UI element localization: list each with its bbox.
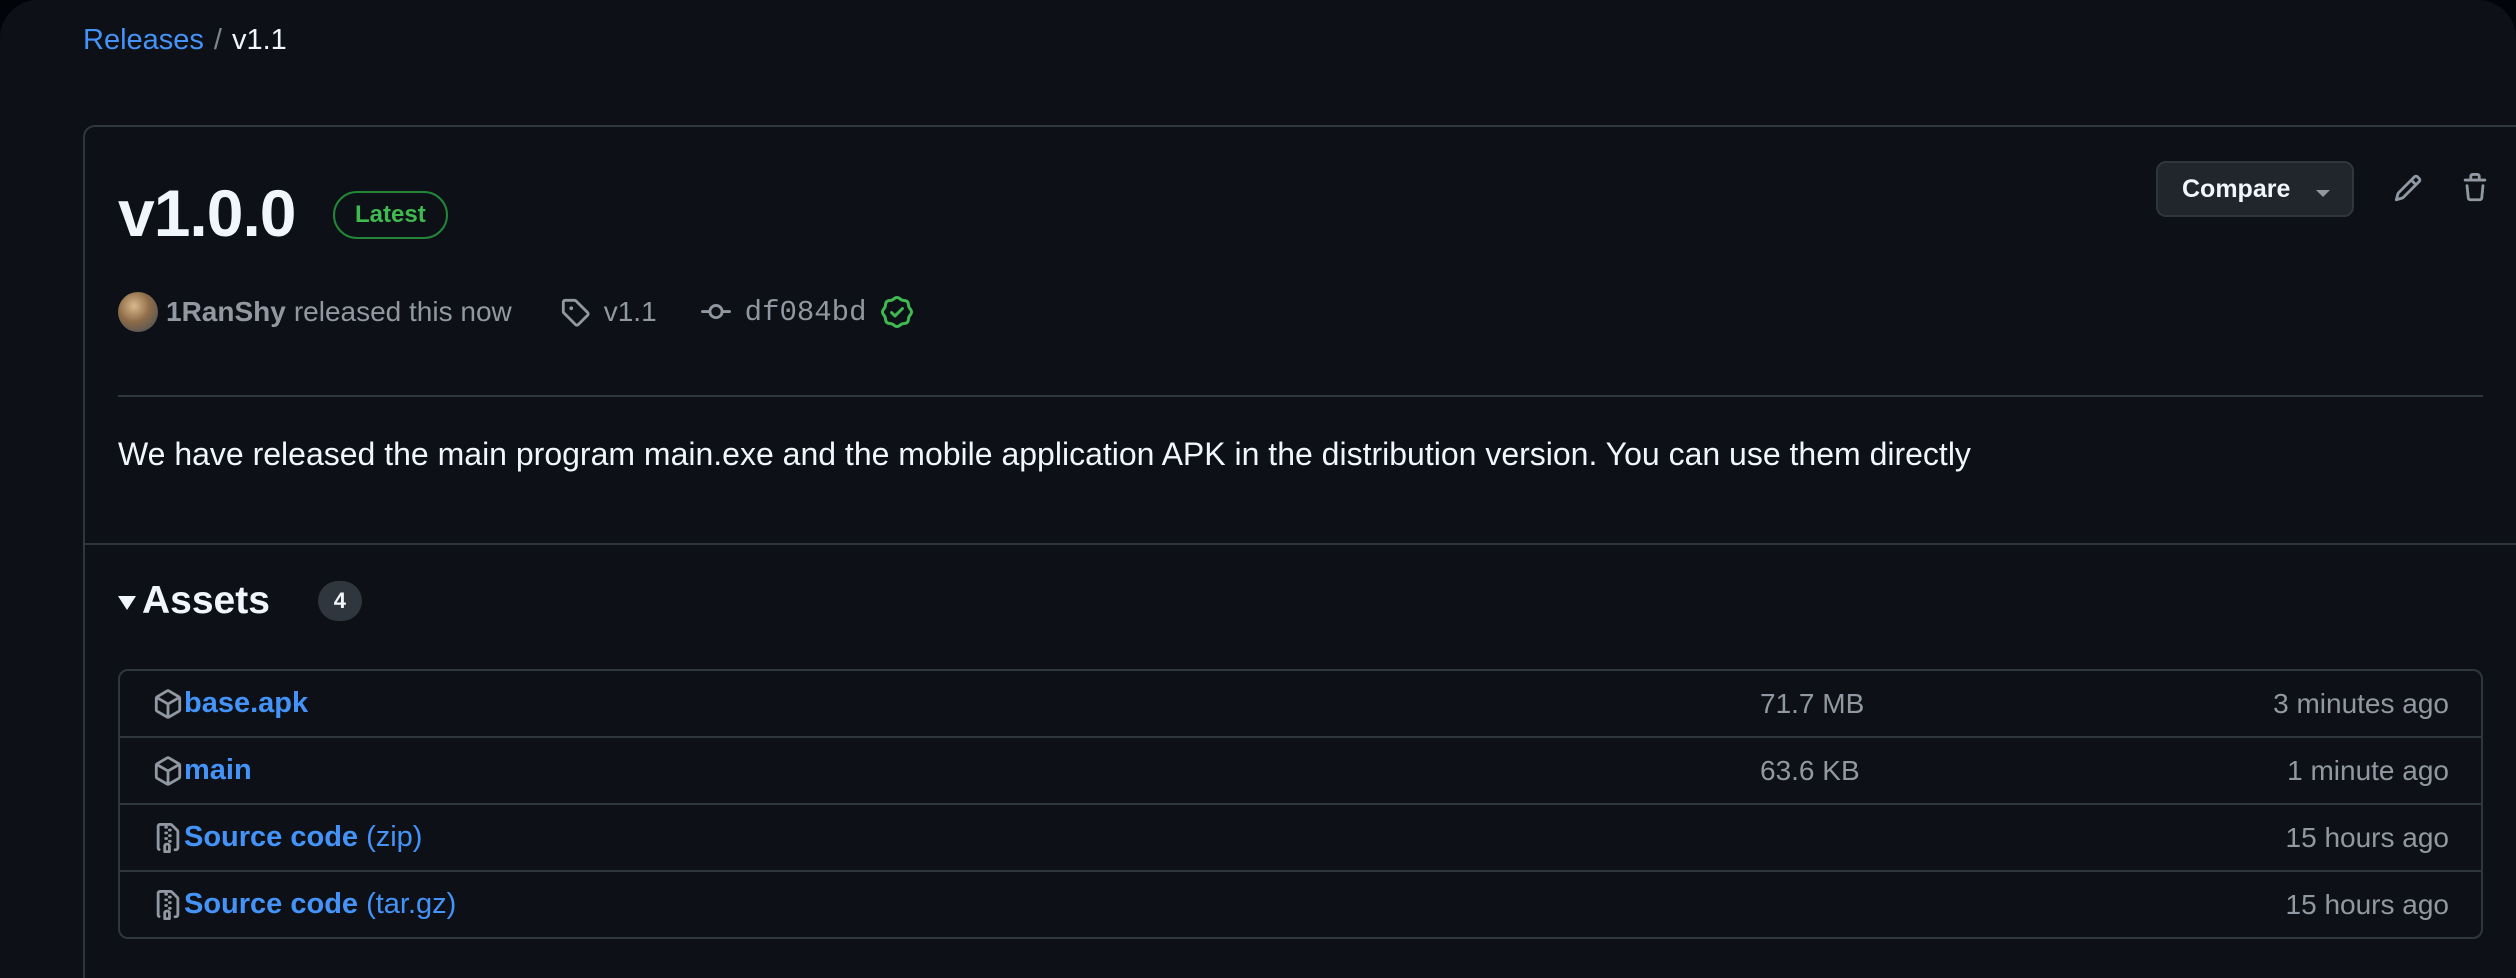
commit-link[interactable]: df084bd <box>700 295 867 329</box>
assets-heading: Assets <box>142 579 270 622</box>
asset-format: (zip) <box>366 821 423 853</box>
divider <box>118 395 2483 397</box>
asset-size: 71.7 MB <box>1760 687 1865 719</box>
chevron-down-icon <box>2316 190 2330 197</box>
assets-count-badge: 4 <box>317 581 362 621</box>
asset-time: 15 hours ago <box>2285 821 2449 853</box>
compare-button[interactable]: Compare <box>2156 161 2354 217</box>
breadcrumb-releases-link[interactable]: Releases <box>83 22 204 58</box>
pencil-icon <box>2394 174 2422 202</box>
delete-release-button[interactable] <box>2452 165 2498 211</box>
breadcrumb: Releases / v1.1 <box>83 22 287 58</box>
avatar[interactable] <box>118 292 158 332</box>
asset-time: 3 minutes ago <box>2273 687 2449 719</box>
latest-badge: Latest <box>333 191 448 239</box>
asset-name: Source code <box>184 888 359 920</box>
asset-name: main <box>184 754 252 786</box>
tag-label: v1.1 <box>603 296 657 327</box>
asset-time: 15 hours ago <box>2285 888 2449 920</box>
asset-name: base.apk <box>184 687 309 719</box>
breadcrumb-current: v1.1 <box>231 24 287 56</box>
git-commit-icon <box>700 304 731 320</box>
release-card: v1.0.0 Latest Compare 1RanShy released t… <box>83 125 2516 978</box>
asset-row: Source code (tar.gz) 15 hours ago <box>120 870 2481 937</box>
compare-button-label: Compare <box>2182 174 2291 203</box>
asset-link[interactable]: base.apk <box>184 687 308 720</box>
triangle-down-icon <box>118 596 136 610</box>
asset-time: 1 minute ago <box>2287 754 2449 786</box>
tag-link[interactable]: v1.1 <box>560 296 657 328</box>
asset-link[interactable]: Source code (zip) <box>184 821 422 854</box>
asset-row: Source code (zip) 15 hours ago <box>120 803 2481 870</box>
asset-link[interactable]: Source code (tar.gz) <box>184 888 456 921</box>
divider <box>85 543 2516 545</box>
asset-row: main 63.6 KB 1 minute ago <box>120 736 2481 803</box>
release-notes: We have released the main program main.e… <box>118 436 1971 472</box>
breadcrumb-separator: / <box>213 24 222 56</box>
asset-link[interactable]: main <box>184 754 252 787</box>
asset-row: base.apk 71.7 MB 3 minutes ago <box>120 671 2481 736</box>
release-meta: 1RanShy released this now v1.1 df084bd <box>118 289 913 335</box>
trash-icon <box>2463 173 2487 202</box>
package-icon <box>152 755 184 787</box>
assets-toggle[interactable]: Assets 4 <box>118 579 362 623</box>
package-icon <box>152 688 184 720</box>
asset-name: Source code <box>184 821 359 853</box>
verified-badge[interactable] <box>880 296 913 328</box>
asset-format: (tar.gz) <box>366 888 457 920</box>
tag-icon <box>561 298 590 327</box>
window: Releases / v1.1 v1.0.0 Latest Compare 1R… <box>0 0 2516 978</box>
file-zip-icon <box>152 889 184 921</box>
verified-icon <box>880 296 913 328</box>
author-link[interactable]: 1RanShy <box>166 296 286 328</box>
edit-release-button[interactable] <box>2385 165 2431 211</box>
asset-size: 63.6 KB <box>1760 754 1860 786</box>
file-zip-icon <box>152 822 184 854</box>
assets-list: base.apk 71.7 MB 3 minutes ago main 63.6… <box>118 669 2483 939</box>
commit-sha: df084bd <box>744 295 867 329</box>
release-title[interactable]: v1.0.0 <box>118 173 296 253</box>
released-text: released this now <box>293 296 512 327</box>
